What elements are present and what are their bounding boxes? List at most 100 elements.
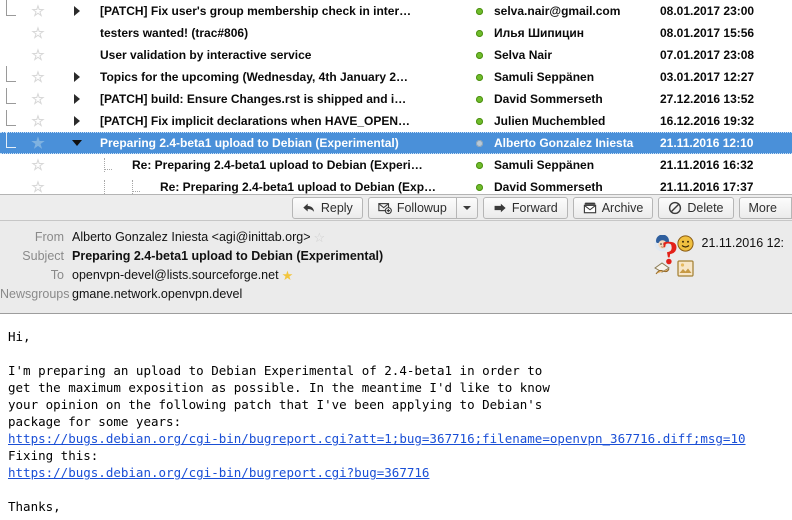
star-icon[interactable]: ☆ (31, 70, 44, 85)
thread-indicator-cell (0, 0, 22, 16)
read-status-cell[interactable] (464, 29, 494, 37)
subject-cell: [PATCH] Fix user's group membership chec… (100, 4, 464, 18)
unread-status-icon[interactable] (475, 29, 483, 37)
thread-indicator-cell (0, 110, 22, 126)
table-row[interactable]: ☆ [PATCH] Fix user's group membership che… (0, 0, 792, 22)
star-icon[interactable]: ☆ (31, 48, 44, 63)
star-icon[interactable]: ★ (31, 136, 44, 151)
star-cell[interactable]: ☆ (22, 180, 54, 195)
star-icon[interactable]: ☆ (31, 158, 44, 173)
table-row[interactable]: ☆ Topics for the upcoming (Wednesday, 4th… (0, 66, 792, 88)
body-link-1-line: https://bugs.debian.org/cgi-bin/bugrepor… (8, 430, 784, 447)
thread-expander-cell[interactable] (54, 140, 100, 146)
from-star-icon[interactable]: ☆ (314, 229, 326, 246)
chevron-down-icon (462, 205, 471, 210)
chevron-right-icon[interactable] (74, 72, 80, 82)
avatar-cluster: ? 21.11.2016 12: (653, 235, 784, 279)
sender-cell: Alberto Gonzalez Iniesta (494, 136, 634, 150)
sender-cell: David Sommerseth (494, 180, 603, 194)
delete-button[interactable]: Delete (658, 196, 734, 219)
more-label: More (748, 200, 777, 215)
table-row[interactable]: ★ Preparing 2.4-beta1 upload to Debian (E… (0, 132, 792, 154)
star-cell[interactable]: ☆ (22, 158, 54, 173)
star-icon[interactable]: ☆ (31, 92, 44, 107)
unread-status-icon[interactable] (475, 139, 483, 147)
star-cell[interactable]: ☆ (22, 26, 54, 41)
body-greeting: Hi, (8, 329, 31, 345)
body-link-2-line: https://bugs.debian.org/cgi-bin/bugrepor… (8, 464, 784, 481)
subject-text: Re: Preparing 2.4-beta1 upload to Debian… (160, 180, 437, 194)
subject-text: [PATCH] Fix user's group membership chec… (100, 4, 412, 18)
message-list[interactable]: ☆ [PATCH] Fix user's group membership che… (0, 0, 792, 195)
chevron-down-icon[interactable] (72, 140, 82, 146)
forward-label: Forward (511, 200, 558, 215)
read-status-cell[interactable] (464, 117, 494, 125)
chevron-right-icon[interactable] (74, 6, 80, 16)
newsgroups-label: Newsgroups (0, 287, 70, 302)
unread-status-icon[interactable] (475, 117, 483, 125)
body-blank-3 (8, 515, 784, 520)
subject-cell: User validation by interactive service (100, 48, 464, 62)
table-row[interactable]: ☆ [PATCH] Fix implicit declarations when … (0, 110, 792, 132)
mail-client-window: ☆ [PATCH] Fix user's group membership che… (0, 0, 792, 520)
star-icon[interactable]: ☆ (31, 180, 44, 195)
star-cell[interactable]: ☆ (22, 92, 54, 107)
delete-label: Delete (687, 200, 724, 215)
sender-cell: Samuli Seppänen (494, 70, 595, 84)
unread-status-icon[interactable] (475, 51, 483, 59)
thread-expander-cell[interactable] (54, 6, 100, 16)
unread-status-icon[interactable] (475, 73, 483, 81)
star-icon[interactable]: ☆ (31, 26, 44, 41)
chevron-right-icon[interactable] (74, 94, 80, 104)
thread-guide-elbow (105, 169, 112, 170)
reply-button[interactable]: Reply (291, 196, 363, 219)
followup-button[interactable]: Followup (367, 196, 456, 219)
unread-status-icon[interactable] (475, 7, 483, 15)
body-blank-1 (8, 345, 784, 362)
thread-indicator-cell (0, 132, 22, 148)
body-link-2[interactable]: https://bugs.debian.org/cgi-bin/bugrepor… (8, 465, 429, 480)
message-body-pane[interactable]: Hi, I'm preparing an upload to Debian Ex… (0, 313, 792, 520)
forward-button[interactable]: Forward (482, 196, 568, 219)
unread-status-icon[interactable] (475, 183, 483, 191)
star-cell[interactable]: ☆ (22, 114, 54, 129)
unread-status-icon[interactable] (475, 161, 483, 169)
read-status-cell[interactable] (464, 139, 494, 147)
to-star-icon[interactable]: ★ (282, 267, 294, 284)
star-cell[interactable]: ★ (22, 136, 54, 151)
read-status-cell[interactable] (464, 161, 494, 169)
from-label: From (34, 230, 64, 245)
followup-dropdown-button[interactable] (455, 196, 478, 219)
star-cell[interactable]: ☆ (22, 48, 54, 63)
body-blank-2 (8, 481, 784, 498)
read-status-cell[interactable] (464, 95, 494, 103)
star-icon[interactable]: ☆ (31, 114, 44, 129)
star-cell[interactable]: ☆ (22, 4, 54, 19)
chevron-right-icon[interactable] (74, 116, 80, 126)
thread-expander-cell[interactable] (54, 94, 100, 104)
reply-arrow-icon (302, 201, 316, 215)
table-row[interactable]: ☆ Re: Preparing 2.4-beta1 upload to Debia… (0, 154, 792, 176)
thread-expander-cell[interactable] (54, 72, 100, 82)
star-icon[interactable]: ☆ (31, 4, 44, 19)
table-row[interactable]: ☆ testers wanted! (trac#806) Илья Шипицин 0… (0, 22, 792, 44)
thread-branch-icon (6, 88, 16, 104)
table-row[interactable]: ☆ [PATCH] build: Ensure Changes.rst is sh… (0, 88, 792, 110)
sender-cell: Илья Шипицин (494, 26, 585, 40)
read-status-cell[interactable] (464, 7, 494, 15)
sender-cell: selva.nair@gmail.com (494, 4, 621, 18)
archive-button[interactable]: Archive (572, 196, 654, 219)
read-status-cell[interactable] (464, 183, 494, 191)
read-status-cell[interactable] (464, 51, 494, 59)
body-link-1[interactable]: https://bugs.debian.org/cgi-bin/bugrepor… (8, 431, 746, 446)
table-row[interactable]: ☆ Re: Preparing 2.4-beta1 upload to Debia… (0, 176, 792, 195)
subject-cell: testers wanted! (trac#806) (100, 26, 464, 40)
more-button[interactable]: More (738, 196, 792, 219)
read-status-cell[interactable] (464, 73, 494, 81)
to-value: openvpn-devel@lists.sourceforge.net (72, 268, 279, 283)
unread-status-icon[interactable] (475, 95, 483, 103)
star-cell[interactable]: ☆ (22, 70, 54, 85)
subject-text: Re: Preparing 2.4-beta1 upload to Debian… (132, 158, 423, 172)
table-row[interactable]: ☆ User validation by interactive service S… (0, 44, 792, 66)
thread-expander-cell[interactable] (54, 116, 100, 126)
